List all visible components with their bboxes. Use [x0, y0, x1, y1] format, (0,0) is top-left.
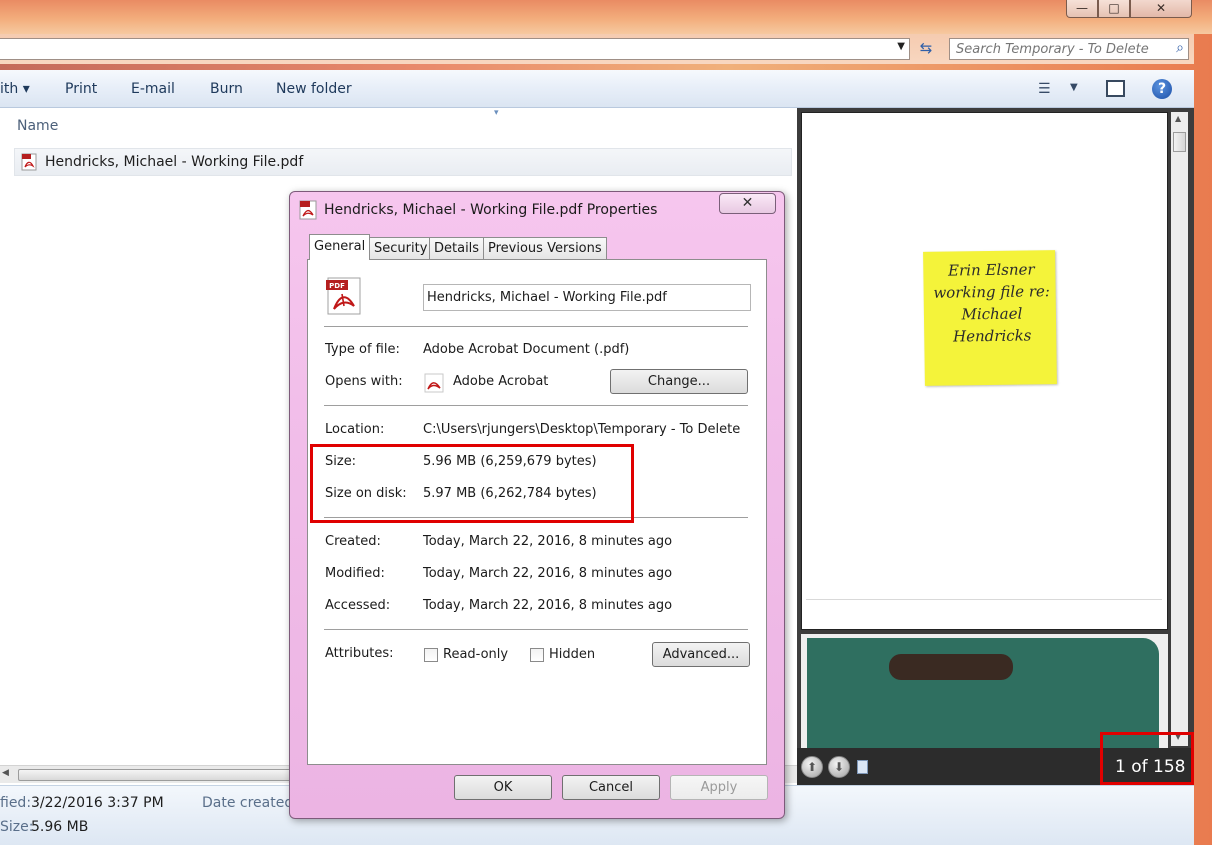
previous-page-icon[interactable]: ⬆ [801, 756, 823, 778]
modified-label: fied: [0, 795, 32, 811]
page-icon[interactable] [857, 760, 868, 774]
date-created-label: Date created [202, 795, 294, 811]
open-with-button[interactable]: ith ▾ [0, 81, 30, 97]
tab-previous-versions[interactable]: Previous Versions [483, 237, 607, 259]
folder-slot [889, 654, 1013, 680]
highlight-box-size [310, 444, 634, 523]
hidden-checkbox[interactable] [530, 648, 544, 662]
close-window-button[interactable]: ✕ [1130, 0, 1192, 18]
maximize-icon: □ [1108, 1, 1120, 15]
print-button[interactable]: Print [65, 81, 97, 97]
divider [324, 405, 748, 406]
location-value: C:\Users\rjungers\Desktop\Temporary - To… [423, 422, 741, 437]
ok-button[interactable]: OK [454, 775, 552, 800]
highlight-box-page-counter [1100, 732, 1194, 785]
dialog-close-button[interactable]: ✕ [719, 193, 776, 214]
search-box[interactable]: ⌕ [949, 38, 1189, 60]
svg-text:PDF: PDF [329, 282, 345, 290]
sort-arrow-icon: ▾ [494, 108, 499, 118]
change-button[interactable]: Change... [610, 369, 748, 394]
created-label: Created: [325, 534, 381, 549]
preview-page: Erin Elsner working file re: Michael Hen… [801, 112, 1168, 630]
modified-value: Today, March 22, 2016, 8 minutes ago [423, 566, 673, 581]
close-icon: ✕ [1155, 1, 1167, 15]
divider [806, 599, 1162, 600]
sticky-note-text: Erin Elsner working file re: Michael Hen… [933, 260, 1051, 346]
maximize-button[interactable]: □ [1098, 0, 1130, 18]
next-page-icon[interactable]: ⬇ [828, 756, 850, 778]
apply-button[interactable]: Apply [670, 775, 768, 800]
modified-label: Modified: [325, 566, 385, 581]
preview-pane: Erin Elsner working file re: Michael Hen… [797, 108, 1194, 785]
close-icon: ✕ [741, 195, 754, 211]
advanced-button[interactable]: Advanced... [652, 642, 750, 667]
divider [324, 629, 748, 630]
location-label: Location: [325, 422, 385, 437]
email-button[interactable]: E-mail [131, 81, 175, 97]
dialog-buttons: OK Cancel Apply [290, 775, 786, 805]
search-icon[interactable]: ⌕ [1176, 40, 1184, 56]
dialog-title: Hendricks, Michael - Working File.pdf Pr… [324, 202, 658, 218]
new-folder-button[interactable]: New folder [276, 81, 352, 97]
adobe-acrobat-icon [424, 373, 444, 393]
sticky-note: Erin Elsner working file re: Michael Hen… [923, 250, 1057, 386]
vertical-scrollbar[interactable]: ▲ ▼ [1171, 112, 1188, 746]
opens-with-value: Adobe Acrobat [453, 374, 549, 389]
size-value: 5.96 MB [31, 819, 89, 835]
created-value: Today, March 22, 2016, 8 minutes ago [423, 534, 673, 549]
search-input[interactable] [956, 41, 1156, 58]
tab-security[interactable]: Security [369, 237, 433, 259]
tab-details[interactable]: Details [429, 237, 485, 259]
minimize-icon: — [1076, 1, 1088, 15]
divider [324, 326, 748, 327]
type-of-file-value: Adobe Acrobat Document (.pdf) [423, 342, 630, 357]
scrollbar-thumb[interactable] [1173, 132, 1186, 152]
pdf-file-icon [299, 200, 317, 220]
hidden-label: Hidden [549, 647, 596, 662]
burn-button[interactable]: Burn [210, 81, 243, 97]
modified-value: 3/22/2016 3:37 PM [31, 795, 164, 811]
readonly-checkbox[interactable] [424, 648, 438, 662]
refresh-icon[interactable]: ⇆ [915, 39, 937, 59]
cancel-button[interactable]: Cancel [562, 775, 660, 800]
pdf-large-icon: PDF [326, 277, 361, 315]
readonly-checkbox-group[interactable]: Read-only [424, 647, 514, 664]
size-label: Size: [0, 819, 34, 835]
scroll-up-icon[interactable]: ▲ [1175, 114, 1181, 123]
type-of-file-label: Type of file: [325, 342, 400, 357]
accessed-value: Today, March 22, 2016, 8 minutes ago [423, 598, 673, 613]
properties-dialog: Hendricks, Michael - Working File.pdf Pr… [289, 191, 785, 819]
filename-field[interactable] [423, 284, 751, 311]
scroll-left-icon[interactable]: ◀ [2, 768, 9, 778]
minimize-button[interactable]: — [1066, 0, 1098, 18]
address-bar[interactable]: ▼ [0, 38, 910, 60]
attributes-label: Attributes: [325, 646, 394, 661]
preview-page-next [801, 634, 1168, 748]
hidden-checkbox-group[interactable]: Hidden [530, 647, 610, 664]
accessed-label: Accessed: [325, 598, 391, 613]
file-name: Hendricks, Michael - Working File.pdf [45, 154, 304, 170]
pdf-file-icon [21, 153, 37, 171]
readonly-label: Read-only [443, 647, 509, 662]
chevron-down-icon[interactable]: ▼ [1070, 82, 1078, 93]
file-row[interactable]: Hendricks, Michael - Working File.pdf [14, 148, 792, 176]
tab-general[interactable]: General [309, 234, 371, 260]
help-icon[interactable]: ? [1152, 79, 1172, 99]
opens-with-label: Opens with: [325, 374, 403, 389]
column-header-name[interactable]: Name [17, 118, 58, 134]
window-title-bar: — □ ✕ [0, 0, 1212, 34]
scrollbar-thumb[interactable] [18, 769, 308, 781]
address-row: ▼ ⇆ ⌕ [0, 34, 1194, 64]
chevron-down-icon[interactable]: ▼ [897, 41, 905, 52]
views-icon[interactable]: ☰ [1038, 81, 1051, 97]
command-toolbar: ith ▾ Print E-mail Burn New folder ☰ ▼ ? [0, 70, 1194, 108]
preview-pane-icon[interactable] [1106, 80, 1125, 97]
